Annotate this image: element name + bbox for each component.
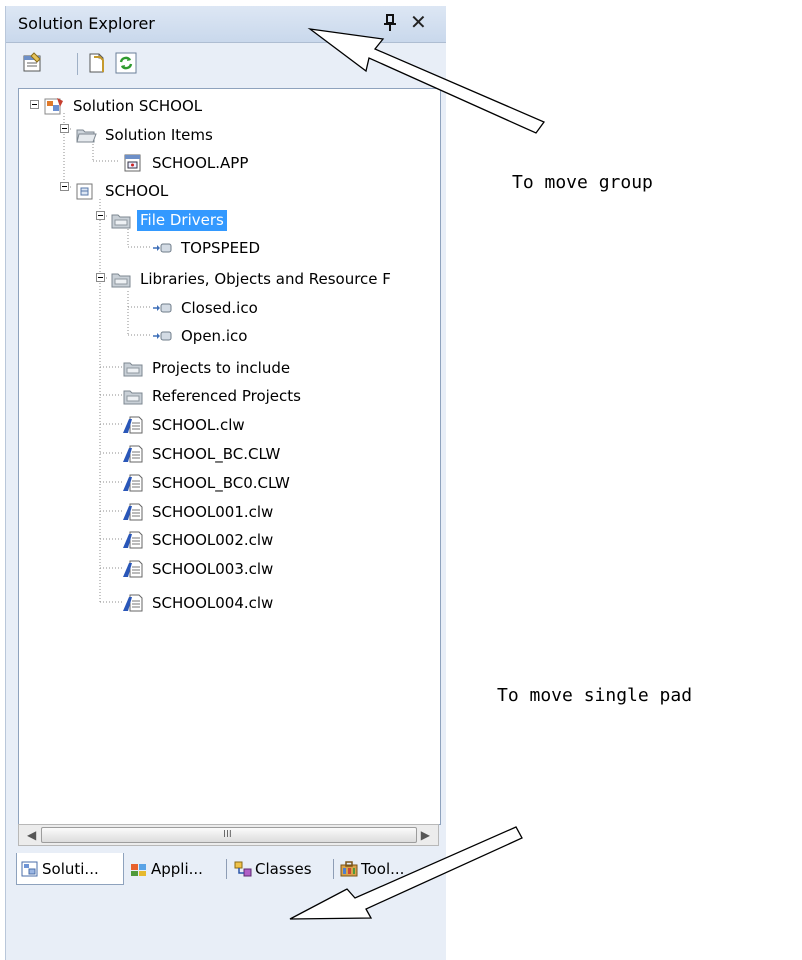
annotation-arrows (289, 28, 546, 920)
arrow-to-tab-strip (289, 826, 523, 920)
annotation-move-single-pad: To move single pad (497, 685, 693, 706)
arrow-to-title-bar (307, 28, 546, 134)
annotation-move-group: To move group (512, 172, 653, 193)
